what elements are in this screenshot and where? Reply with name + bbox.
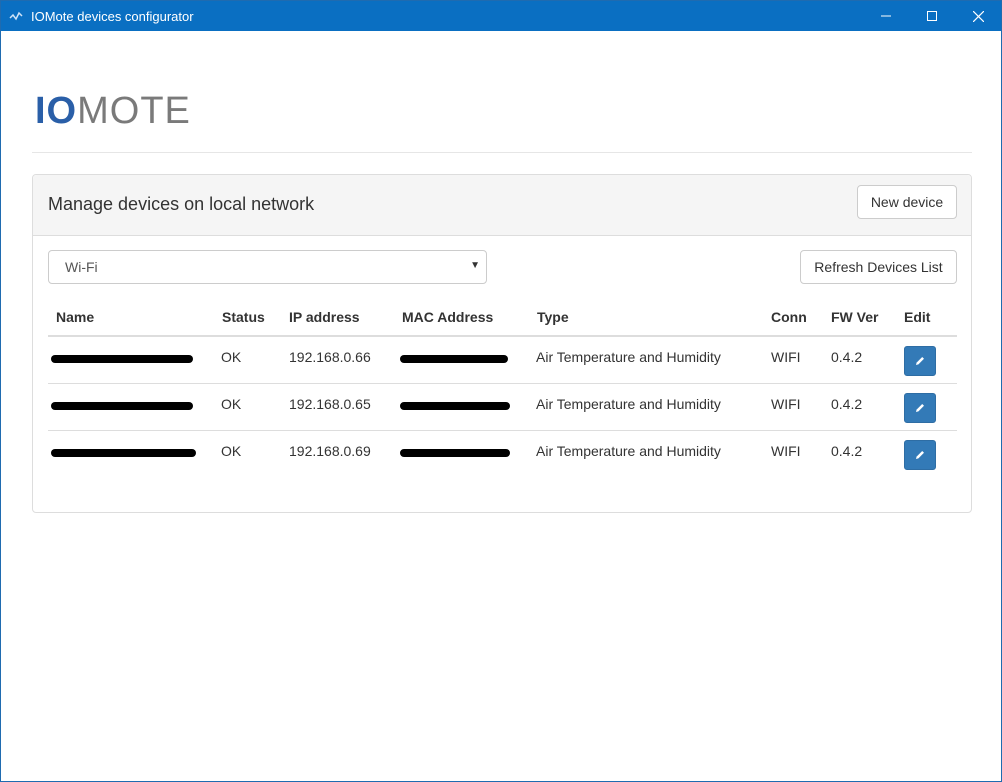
redacted-mac xyxy=(400,402,510,410)
status-cell: OK xyxy=(221,396,242,412)
redacted-name xyxy=(51,355,193,363)
edit-device-button[interactable] xyxy=(904,393,936,423)
refresh-devices-button[interactable]: Refresh Devices List xyxy=(800,250,957,284)
ip-cell: 192.168.0.69 xyxy=(289,443,371,459)
column-header-name: Name xyxy=(56,309,95,325)
new-device-button[interactable]: New device xyxy=(857,185,957,219)
type-cell: Air Temperature and Humidity xyxy=(536,396,721,412)
redacted-name xyxy=(51,449,196,457)
conn-cell: WIFI xyxy=(771,396,801,412)
window-title: IOMote devices configurator xyxy=(31,9,194,24)
column-header-fw: FW Ver xyxy=(831,309,879,325)
type-cell: Air Temperature and Humidity xyxy=(536,443,721,459)
fw-cell: 0.4.2 xyxy=(831,349,863,365)
logo-io-text: IO xyxy=(35,90,78,132)
column-header-mac: MAC Address xyxy=(402,309,494,325)
table-row: OK 192.168.0.69 Air Temperature and Humi… xyxy=(48,431,957,478)
panel-heading: Manage devices on local network New devi… xyxy=(33,175,971,236)
type-cell: Air Temperature and Humidity xyxy=(536,349,721,365)
logo-mote-text: MOTE xyxy=(77,90,191,132)
column-header-conn: Conn xyxy=(771,309,807,325)
column-header-type: Type xyxy=(537,309,569,325)
close-icon[interactable] xyxy=(955,1,1001,31)
header-divider xyxy=(32,152,972,153)
app-window: IOMote devices configurator IOMOTE Manag… xyxy=(0,0,1002,782)
pencil-icon xyxy=(916,357,924,365)
minimize-icon[interactable] xyxy=(863,1,909,31)
ip-cell: 192.168.0.66 xyxy=(289,349,371,365)
status-cell: OK xyxy=(221,443,242,459)
conn-cell: WIFI xyxy=(771,349,801,365)
maximize-icon[interactable] xyxy=(909,1,955,31)
column-header-edit: Edit xyxy=(904,309,931,325)
connection-select[interactable]: Wi-Fi ▼ xyxy=(48,250,487,284)
status-cell: OK xyxy=(221,349,242,365)
caret-down-icon: ▼ xyxy=(470,260,480,271)
table-row: OK 192.168.0.65 Air Temperature and Humi… xyxy=(48,384,957,431)
redacted-mac xyxy=(400,449,510,457)
redacted-name xyxy=(51,402,193,410)
fw-cell: 0.4.2 xyxy=(831,396,863,412)
pencil-icon xyxy=(916,404,924,412)
panel-title: Manage devices on local network xyxy=(48,194,315,214)
iomote-logo: IOMOTE xyxy=(35,90,191,132)
fw-cell: 0.4.2 xyxy=(831,443,863,459)
table-row: OK 192.168.0.66 Air Temperature and Humi… xyxy=(48,337,957,384)
ip-cell: 192.168.0.65 xyxy=(289,396,371,412)
devices-panel: Manage devices on local network New devi… xyxy=(32,174,972,513)
title-bar[interactable]: IOMote devices configurator xyxy=(1,1,1001,31)
redacted-mac xyxy=(400,355,508,363)
column-header-ip: IP address xyxy=(289,309,360,325)
app-icon xyxy=(9,11,23,21)
pencil-icon xyxy=(916,451,924,459)
column-header-status: Status xyxy=(222,309,265,325)
conn-cell: WIFI xyxy=(771,443,801,459)
edit-device-button[interactable] xyxy=(904,440,936,470)
connection-select-value: Wi-Fi xyxy=(65,259,98,275)
edit-device-button[interactable] xyxy=(904,346,936,376)
